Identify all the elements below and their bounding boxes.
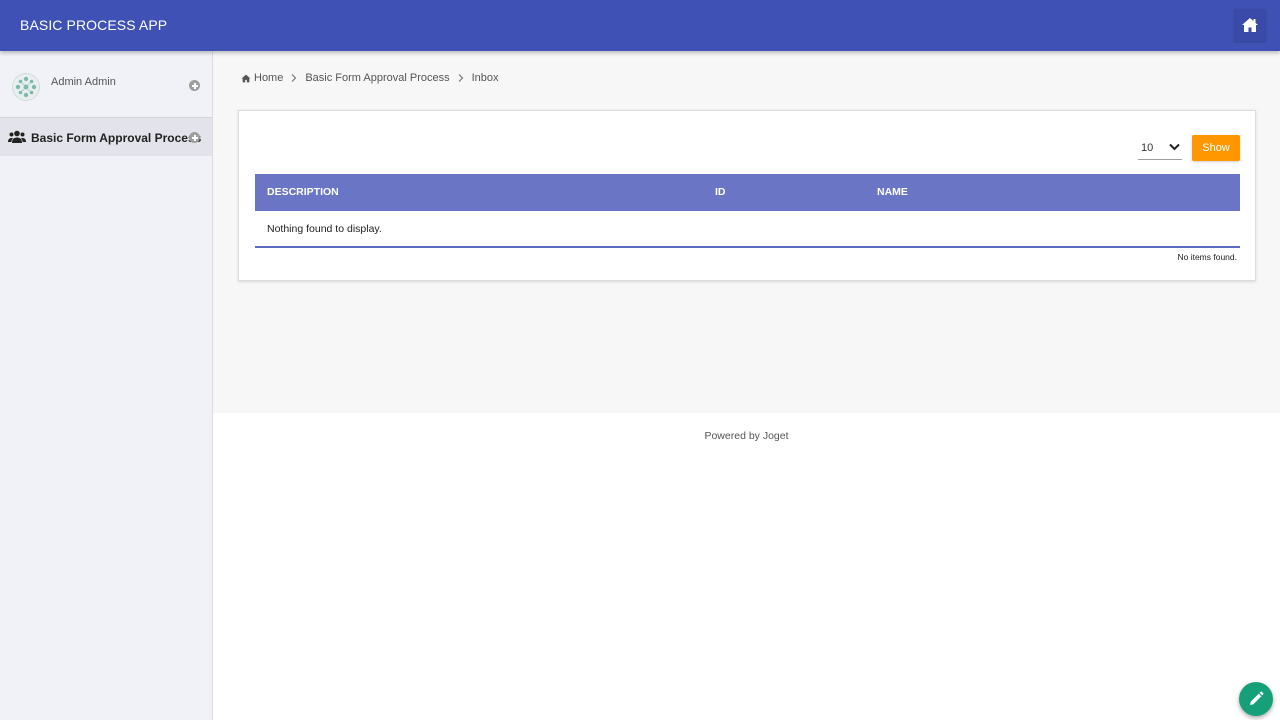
table-header: DESCRIPTION ID NAME xyxy=(255,174,1240,211)
chevron-down-icon xyxy=(1169,143,1180,151)
breadcrumb-current: Inbox xyxy=(471,72,499,84)
user-panel: Admin Admin xyxy=(0,51,212,118)
show-button[interactable]: Show xyxy=(1192,135,1240,161)
chevron-right-icon xyxy=(291,74,297,82)
sidebar: Admin Admin Basic Form Approval Process xyxy=(0,51,213,720)
column-header-id[interactable]: ID xyxy=(715,186,726,198)
empty-message: Nothing found to display. xyxy=(267,223,382,235)
pencil-icon xyxy=(1250,691,1264,705)
powered-by-text: Powered by Joget xyxy=(704,430,789,442)
chevron-right-icon xyxy=(458,74,463,82)
sidebar-item-basic-form-approval-process[interactable]: Basic Form Approval Process xyxy=(0,118,212,156)
page-size-value: 10 xyxy=(1141,141,1154,154)
app-title[interactable]: BASIC PROCESS APP xyxy=(20,17,167,33)
column-header-name[interactable]: NAME xyxy=(877,186,908,198)
home-icon xyxy=(241,74,251,82)
page-size-select[interactable]: 10 xyxy=(1138,136,1182,160)
table-row: Nothing found to display. xyxy=(255,211,1240,248)
user-name[interactable]: Admin Admin xyxy=(51,76,116,88)
users-icon xyxy=(8,130,26,143)
sidebar-item-label: Basic Form Approval Process xyxy=(31,131,202,145)
footer: Powered by Joget xyxy=(213,413,1280,720)
plus-circle-icon[interactable] xyxy=(189,132,200,143)
inbox-list-card: 10 Show DESCRIPTION ID NAME Nothing foun… xyxy=(238,110,1256,281)
breadcrumb-home[interactable]: Home xyxy=(254,72,283,84)
breadcrumb: Home Basic Form Approval Process Inbox xyxy=(241,72,499,84)
items-count-message: No items found. xyxy=(1177,252,1237,262)
home-button[interactable] xyxy=(1234,9,1266,41)
edit-fab-button[interactable] xyxy=(1239,682,1273,716)
home-icon xyxy=(1242,18,1258,32)
plus-circle-icon[interactable] xyxy=(189,80,200,91)
main-content: Home Basic Form Approval Process Inbox 1… xyxy=(213,51,1280,413)
breadcrumb-process[interactable]: Basic Form Approval Process xyxy=(305,72,449,84)
column-header-description[interactable]: DESCRIPTION xyxy=(267,186,339,198)
avatar-icon xyxy=(12,73,40,101)
top-navbar: BASIC PROCESS APP xyxy=(0,0,1280,51)
